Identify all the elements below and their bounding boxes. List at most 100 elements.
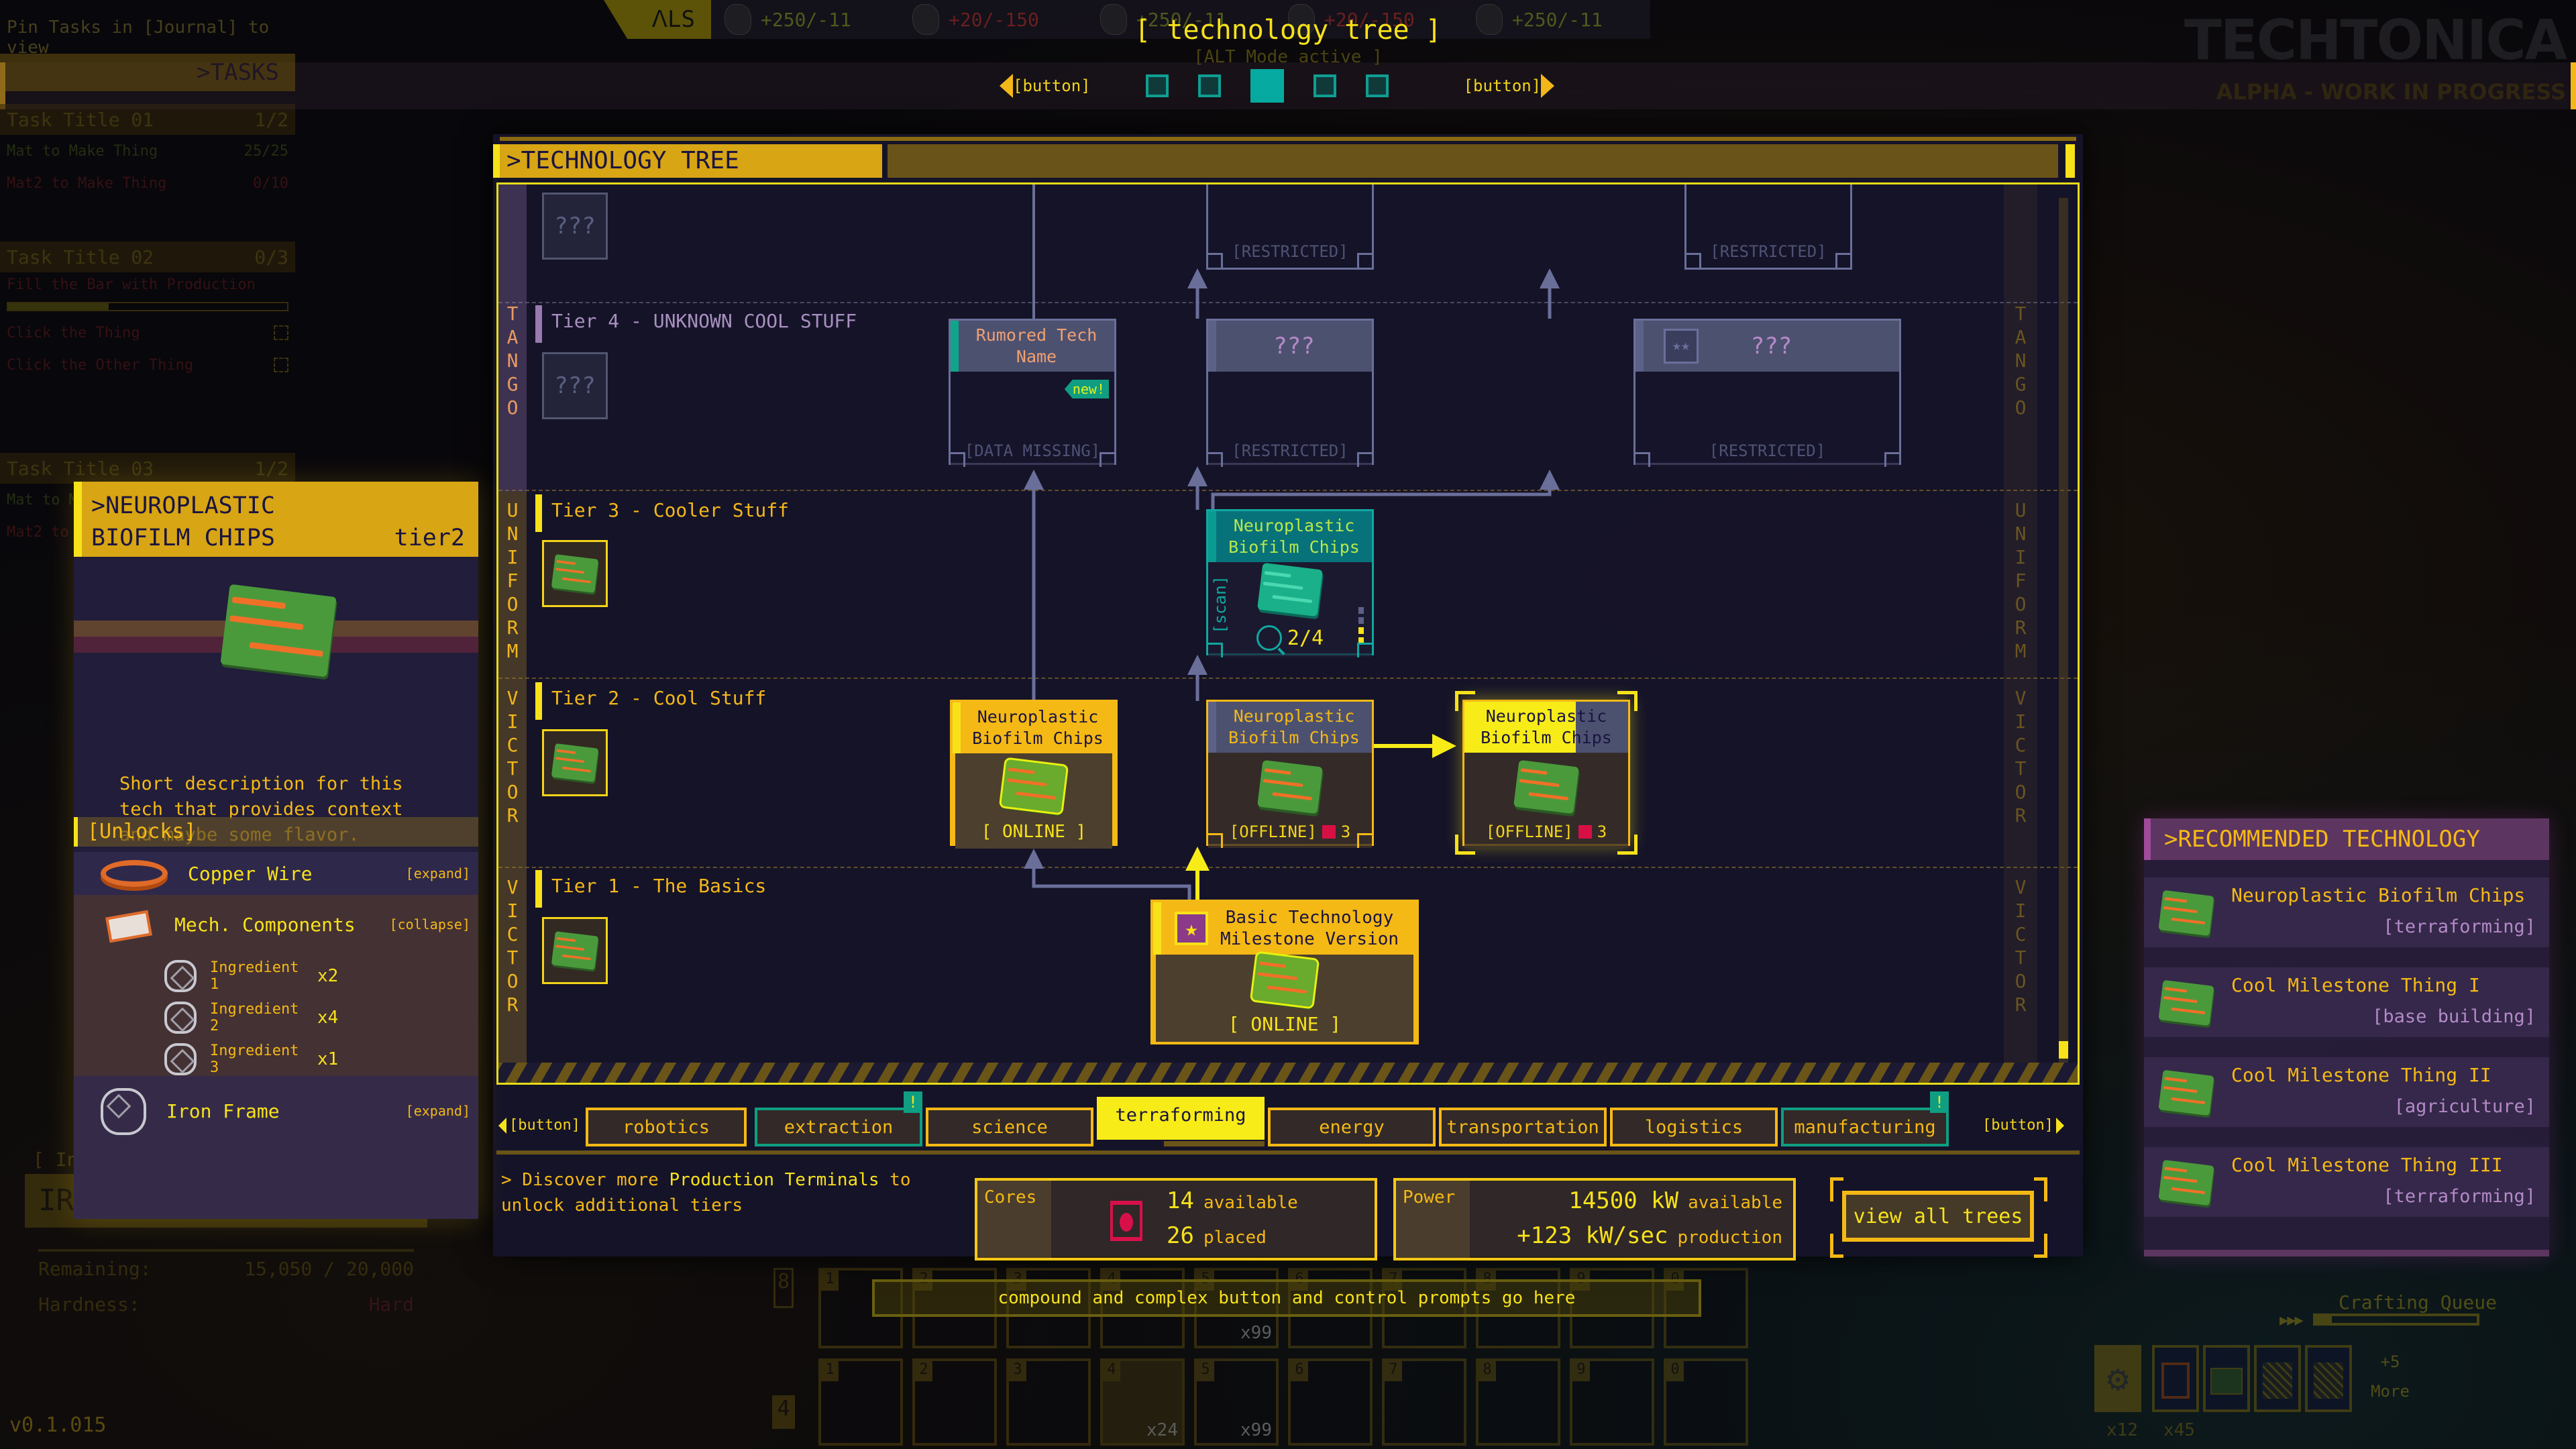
tab-robotics[interactable]: robotics bbox=[586, 1108, 747, 1146]
tech-node-locked-milestone[interactable]: ★★??? [RESTRICTED] bbox=[1633, 319, 1901, 467]
tree-canvas[interactable]: TANGO UNIFORM VICTOR VICTOR TANGO UNIFOR… bbox=[496, 182, 2080, 1085]
collapse-button[interactable]: [collapse] bbox=[390, 916, 470, 932]
next-page-button[interactable]: [button] bbox=[1464, 76, 1542, 95]
slot-key: 6 bbox=[1291, 1361, 1308, 1381]
tech-node-scanning[interactable]: Neuroplastic Biofilm Chips [scan] 2/4 bbox=[1206, 509, 1374, 657]
hotbar-slot[interactable]: 1 bbox=[818, 1358, 903, 1446]
tier-code-letter: C bbox=[2015, 923, 2027, 945]
corner-mark bbox=[1357, 643, 1372, 657]
slot-key: 5 bbox=[1197, 1361, 1214, 1381]
tab-science[interactable]: science bbox=[926, 1108, 1093, 1146]
tree-header-title: >TECHNOLOGY TREE bbox=[493, 144, 882, 178]
tech-node-selected[interactable]: Neuroplastic Biofilm Chips [OFFLINE] 3 bbox=[1455, 691, 1638, 855]
expand-button[interactable]: [expand] bbox=[406, 1103, 470, 1119]
task-item[interactable]: Task Title 01 1/2 Mat to Make Thing 25/25 … bbox=[0, 104, 295, 199]
more-queue-button[interactable]: +5 More bbox=[2367, 1347, 2414, 1411]
pin-hint: Pin Tasks in [Journal] to view bbox=[7, 17, 270, 58]
tree-pager: [button] [button] bbox=[1000, 67, 1590, 104]
recommended-item[interactable]: Neuroplastic Biofilm Chips [terraforming] bbox=[2144, 877, 2549, 947]
hotbar-slot[interactable]: 4 x24 bbox=[1100, 1358, 1185, 1446]
header-cap bbox=[2065, 144, 2075, 178]
resource-rate: +250/-11 bbox=[1512, 8, 1603, 31]
tab-terraforming[interactable]: terraforming bbox=[1097, 1097, 1265, 1140]
checkbox-icon[interactable] bbox=[274, 358, 288, 372]
tabs-next-button[interactable]: [button] bbox=[1982, 1117, 2064, 1134]
hotbar-slot[interactable]: 0 bbox=[1664, 1358, 1748, 1446]
tier-thumb-locked[interactable]: ??? bbox=[542, 193, 608, 260]
tier-thumb[interactable] bbox=[542, 540, 608, 607]
queue-item-chip[interactable] bbox=[2203, 1345, 2250, 1412]
hint-text: > Discover more bbox=[501, 1170, 669, 1190]
tech-node-offline[interactable]: Neuroplastic Biofilm Chips [OFFLINE] 3 bbox=[1206, 700, 1374, 848]
corner-mark bbox=[1208, 643, 1223, 657]
tier-thumb[interactable] bbox=[542, 917, 608, 984]
recommended-name: Cool Milestone Thing I bbox=[2231, 974, 2480, 996]
hotbar-slot[interactable]: 8 bbox=[1476, 1358, 1560, 1446]
page-indicator[interactable] bbox=[1145, 74, 1169, 97]
selection-bracket bbox=[1617, 691, 1638, 711]
resource-item: +20/-150 bbox=[899, 0, 1087, 39]
tier-code-letter: T bbox=[2015, 947, 2027, 969]
tab-manufacturing[interactable]: manufacturing! bbox=[1781, 1091, 1949, 1146]
unlock-iron-frame[interactable]: Iron Frame [expand] bbox=[74, 1076, 478, 1219]
page-indicator[interactable] bbox=[1197, 74, 1221, 97]
unlock-mech-components[interactable]: Mech. Components [collapse] bbox=[74, 898, 478, 951]
queue-item-crate[interactable] bbox=[2254, 1345, 2301, 1412]
panel-topline bbox=[500, 137, 2076, 141]
ingredient-row: Ingredient 1 x2 bbox=[164, 959, 338, 993]
tech-node-restricted[interactable]: [RESTRICTED] bbox=[1206, 184, 1374, 270]
tab-energy[interactable]: energy bbox=[1268, 1108, 1436, 1146]
scrollbar-thumb[interactable] bbox=[2059, 1041, 2068, 1059]
version-label: v0.1.015 bbox=[9, 1413, 107, 1437]
queue-item-crate[interactable] bbox=[2305, 1345, 2352, 1412]
slot-key: 7 bbox=[1385, 1361, 1402, 1381]
tech-node-online[interactable]: Neuroplastic Biofilm Chips [ ONLINE ] bbox=[950, 700, 1118, 849]
arrow-left-icon[interactable] bbox=[1000, 73, 1013, 98]
hotbar-row-selector[interactable]: 8 4 bbox=[767, 1261, 807, 1449]
queue-item-gear[interactable]: ⚙ bbox=[2094, 1345, 2141, 1412]
hotbar-slot[interactable]: 5 x99 bbox=[1194, 1358, 1279, 1446]
view-all-trees-button[interactable]: view all trees bbox=[1842, 1191, 2034, 1242]
recommended-item[interactable]: Cool Milestone Thing II [agriculture] bbox=[2144, 1057, 2549, 1127]
recommended-item[interactable]: Cool Milestone Thing III [terraforming] bbox=[2144, 1147, 2549, 1217]
tier-thumb[interactable] bbox=[542, 729, 608, 796]
checkbox-icon[interactable] bbox=[274, 325, 288, 340]
task-item[interactable]: Task Title 02 0/3 Fill the Bar with Produ… bbox=[0, 241, 295, 381]
chip-icon bbox=[2158, 890, 2214, 936]
crate-icon bbox=[2314, 1362, 2343, 1399]
scan-magnifier-icon bbox=[1256, 625, 1282, 651]
page-indicator[interactable] bbox=[1365, 74, 1389, 97]
hotbar-slot[interactable]: 9 bbox=[1570, 1358, 1654, 1446]
page-indicator-active[interactable] bbox=[1250, 68, 1284, 103]
tech-node-locked[interactable]: ??? [RESTRICTED] bbox=[1206, 319, 1374, 467]
tech-node-rumored[interactable]: Rumored Tech Name new! [DATA MISSING] bbox=[949, 319, 1116, 467]
node-name: ??? bbox=[1750, 333, 1792, 360]
hotbar-slot[interactable]: 3 bbox=[1006, 1358, 1091, 1446]
unlock-copper-wire[interactable]: Copper Wire [expand] bbox=[74, 852, 478, 895]
hotbar-slot[interactable]: 6 bbox=[1288, 1358, 1373, 1446]
tier-code-letter: A bbox=[506, 326, 519, 348]
tier-title: Tier 1 - The Basics bbox=[535, 870, 766, 908]
queue-item-frame[interactable] bbox=[2152, 1345, 2199, 1412]
slot-key: 4 bbox=[1103, 1361, 1120, 1381]
progress-fill bbox=[2316, 1316, 2332, 1323]
tab-transportation[interactable]: transportation bbox=[1439, 1108, 1607, 1146]
prev-page-button[interactable]: [button] bbox=[1013, 76, 1091, 95]
hotbar-slot[interactable]: 2 bbox=[912, 1358, 997, 1446]
tabs-prev-button[interactable]: [button] bbox=[498, 1117, 580, 1134]
tier-thumb-locked[interactable]: ??? bbox=[542, 352, 608, 419]
expand-button[interactable]: [expand] bbox=[406, 865, 470, 881]
tab-logistics[interactable]: logistics bbox=[1610, 1108, 1778, 1146]
arrow-right-icon[interactable] bbox=[1541, 73, 1555, 98]
page-indicator[interactable] bbox=[1313, 74, 1336, 97]
tech-node-milestone-basic[interactable]: ★ Basic Technology Milestone Version [ ON… bbox=[1150, 900, 1419, 1044]
hazard-stripe bbox=[498, 1063, 2078, 1083]
tech-node-restricted[interactable]: [RESTRICTED] bbox=[1684, 184, 1852, 270]
recommended-item[interactable]: Cool Milestone Thing I [base building] bbox=[2144, 967, 2549, 1037]
tier-code-letters: VICTOR bbox=[2004, 686, 2037, 827]
recommended-name: Cool Milestone Thing III bbox=[2231, 1154, 2503, 1176]
tier-code-letter: C bbox=[2015, 734, 2027, 756]
tab-extraction[interactable]: extraction! bbox=[755, 1091, 922, 1146]
tree-scrollbar[interactable] bbox=[2059, 198, 2068, 1080]
hotbar-slot[interactable]: 7 bbox=[1382, 1358, 1466, 1446]
